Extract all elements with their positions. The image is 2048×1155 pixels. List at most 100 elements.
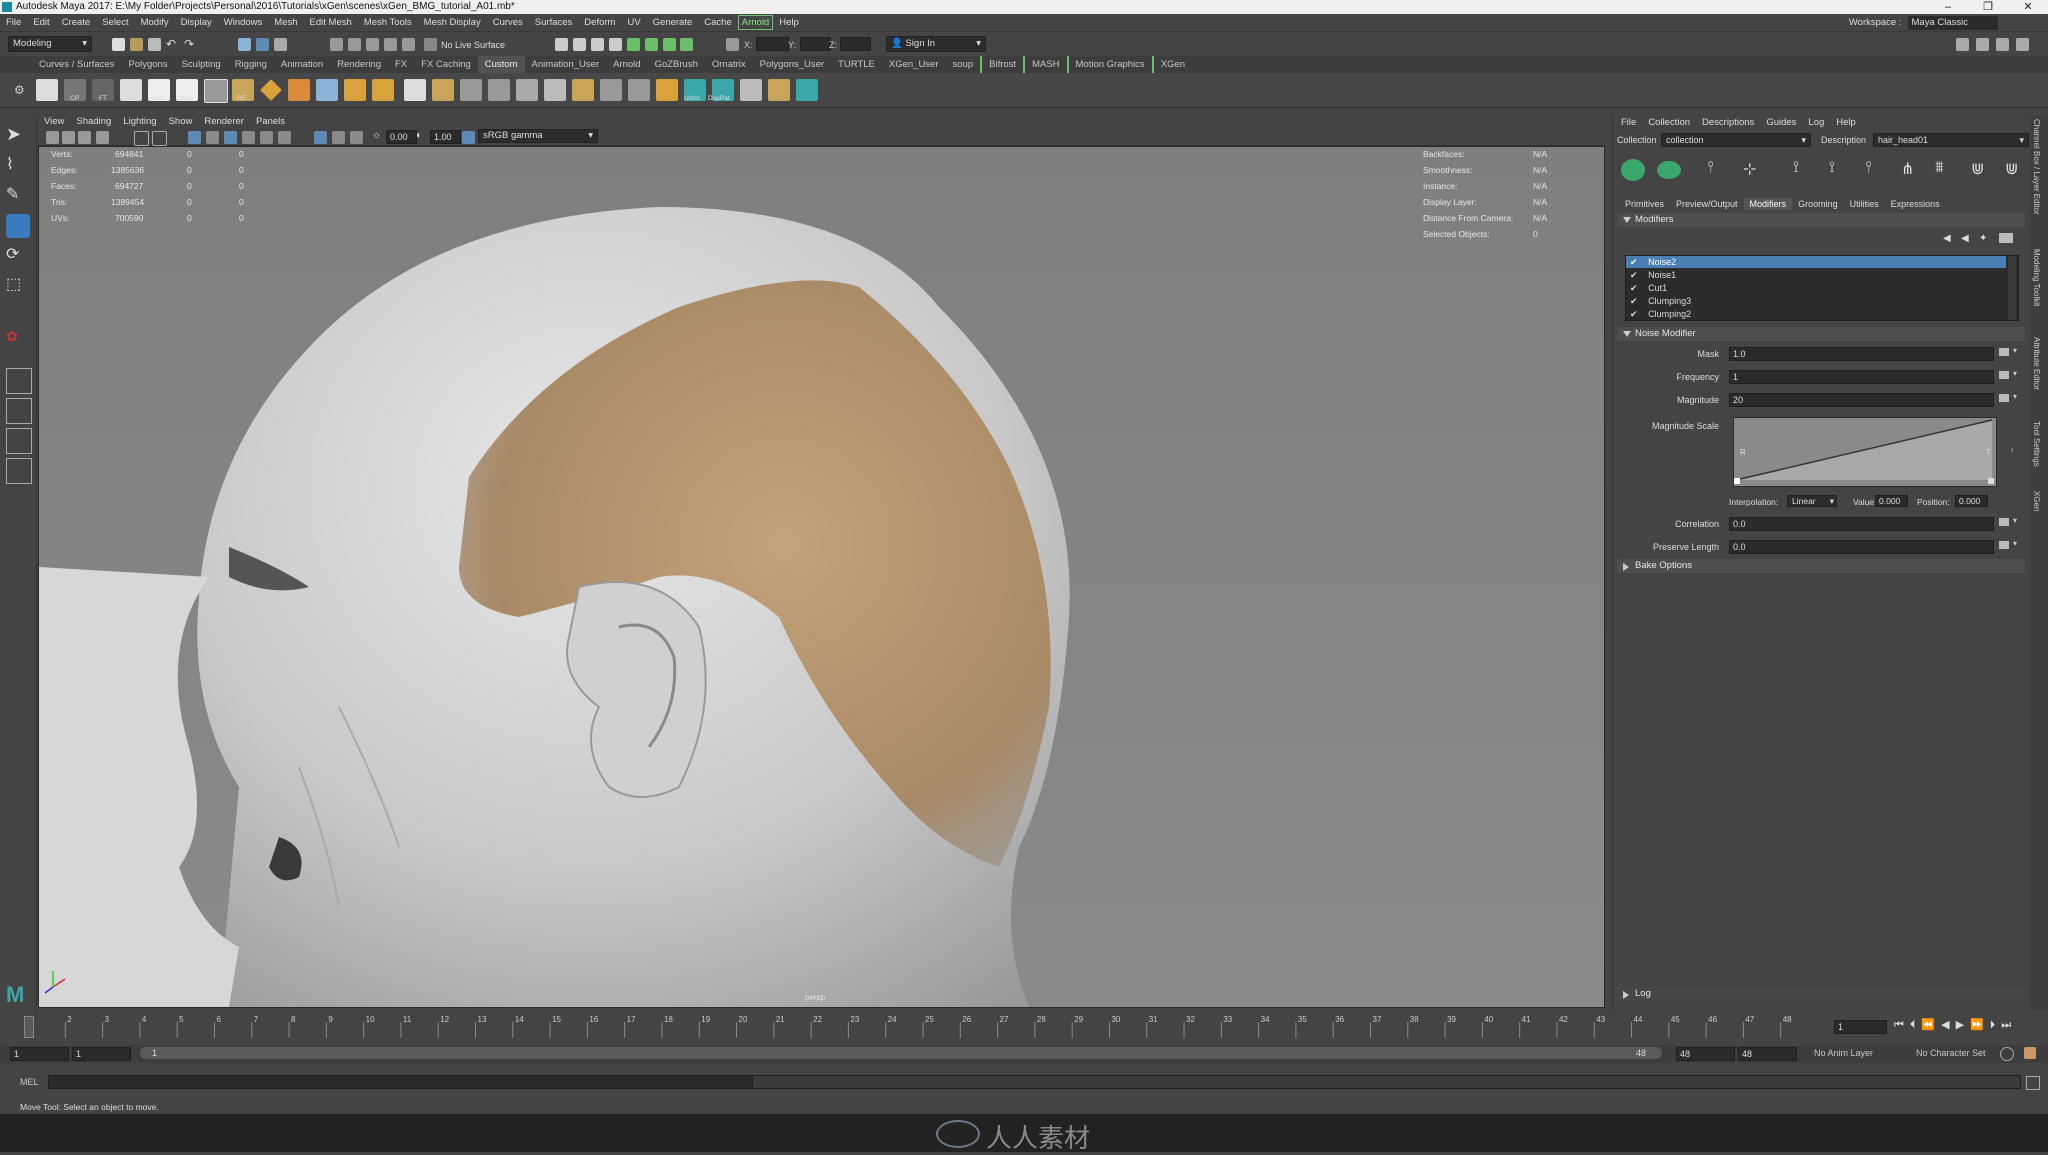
time-slider[interactable]: 1234567891011121314151617181920212223242… (0, 1014, 2048, 1042)
bookmark-icon[interactable] (78, 131, 91, 144)
z-field[interactable] (840, 37, 871, 51)
scrollbar[interactable] (2008, 256, 2016, 320)
chevron-right-icon[interactable]: › (2011, 445, 2014, 454)
menu-modify[interactable]: Modify (135, 14, 175, 31)
expression-editor-icon[interactable] (1999, 541, 2009, 549)
shelf-tab-polygons[interactable]: Polygons (122, 56, 175, 73)
relative-transform-icon[interactable] (726, 38, 739, 51)
shelf-settings-icon[interactable]: ⚙ (14, 83, 25, 97)
shelf-tab-rigging[interactable]: Rigging (228, 56, 274, 73)
rotate-tool-icon[interactable]: ⟳ (6, 244, 30, 268)
shelf-tab-bifrost[interactable]: Bifrost (980, 56, 1023, 73)
hypershade-icon[interactable] (627, 38, 640, 51)
menu-curves[interactable]: Curves (487, 14, 529, 31)
menu-help[interactable]: Help (773, 14, 805, 31)
lights-icon[interactable] (260, 131, 273, 144)
range-bar[interactable]: 1 48 (140, 1047, 1662, 1059)
modeling-toolkit-icon[interactable] (1956, 38, 1969, 51)
xray-joints-icon[interactable] (350, 131, 363, 144)
ramp-end-handle[interactable] (1988, 478, 1994, 484)
menu-create[interactable]: Create (56, 14, 97, 31)
workspace-value[interactable]: Maya Classic (1907, 16, 1998, 30)
shelf-tab-soup[interactable]: soup (946, 56, 981, 73)
four-view-layout-icon[interactable] (6, 398, 32, 424)
live-surface-icon[interactable] (424, 38, 437, 51)
render-settings-icon[interactable] (609, 38, 622, 51)
noise-modifier-section-header[interactable]: Noise Modifier (1617, 327, 2025, 341)
step-forward-frame-icon[interactable]: ⏩ (1970, 1019, 1990, 1031)
combine-icon[interactable] (572, 79, 594, 101)
menu-cache[interactable]: Cache (698, 14, 737, 31)
select-by-object-icon[interactable] (256, 38, 269, 51)
play-forwards-icon[interactable]: ▶ (1956, 1019, 1970, 1031)
side-tab-attribute-editor[interactable]: Attribute Editor (2032, 337, 2041, 390)
checkbox-icon[interactable]: ✔ (1630, 283, 1638, 293)
diamond-tool-icon[interactable] (260, 79, 282, 101)
play-backwards-icon[interactable]: ◀ (1941, 1019, 1955, 1031)
grid-icon[interactable] (460, 79, 482, 101)
viewport-menu-shading[interactable]: Shading (70, 115, 117, 129)
magnitude-scale-ramp[interactable]: R T (1733, 417, 1997, 487)
playback-end-field[interactable]: 48 (1676, 1047, 1735, 1061)
create-description-icon[interactable] (1621, 159, 1645, 181)
arnold-pause-icon[interactable] (680, 38, 693, 51)
xray-icon[interactable] (332, 131, 345, 144)
lasso-tool-icon[interactable]: ⌇ (6, 154, 30, 178)
open-scene-icon[interactable] (130, 38, 143, 51)
tab-preview-output[interactable]: Preview/Output (1670, 198, 1744, 210)
shelf-tab-rendering[interactable]: Rendering (330, 56, 388, 73)
snap-view-plane-icon[interactable] (384, 38, 397, 51)
outliner-layout-icon[interactable] (6, 458, 32, 484)
snap-curve-icon[interactable] (348, 38, 361, 51)
camera-attributes-icon[interactable] (62, 131, 75, 144)
paint-tool-icon[interactable] (344, 79, 366, 101)
shelf-tab-xgen[interactable]: XGen (1151, 56, 1192, 73)
list-item[interactable]: ✔ Cut1 (1626, 282, 2006, 294)
snap-point-icon[interactable] (366, 38, 379, 51)
chevron-down-icon[interactable]: ▾ (2013, 346, 2017, 355)
multicut-icon[interactable] (488, 79, 510, 101)
scale-tool-icon[interactable]: ⬚ (6, 274, 30, 298)
workspace-selector[interactable]: Workspace : Maya Classic (1849, 14, 1998, 31)
separate-icon[interactable] (600, 79, 622, 101)
checkbox-icon[interactable]: ✔ (1630, 257, 1638, 267)
wireframe-on-shaded-icon[interactable] (224, 131, 237, 144)
go-to-end-icon[interactable]: ⏭ (2001, 1019, 2017, 1031)
shelf-tab-fx-caching[interactable]: FX Caching (414, 56, 478, 73)
correlation-field[interactable]: 0.0 (1729, 517, 1994, 531)
chevron-down-icon[interactable]: ▾ (2013, 392, 2017, 401)
side-tab-modeling-toolkit[interactable]: Modeling Toolkit (2032, 249, 2041, 306)
tab-primitives[interactable]: Primitives (1619, 198, 1670, 210)
shelf-tab-custom[interactable]: Custom (477, 56, 525, 73)
x-field[interactable] (756, 37, 789, 51)
chevron-down-icon[interactable]: ▾ (2013, 516, 2017, 525)
viewport-menu-lighting[interactable]: Lighting (117, 115, 162, 129)
xgen-menu-help[interactable]: Help (1836, 117, 1856, 128)
animation-end-field[interactable]: 48 (1738, 1047, 1797, 1061)
shelf-tab-animation[interactable]: Animation (274, 56, 330, 73)
film-gate-icon[interactable] (152, 131, 167, 146)
pencil-icon[interactable] (404, 79, 426, 101)
snap-grid-icon[interactable] (330, 38, 343, 51)
select-camera-icon[interactable] (46, 131, 59, 144)
modifier-library-icon[interactable] (1999, 233, 2013, 243)
ramp-position-field[interactable]: 0.000 (1955, 495, 1988, 507)
menu-deform[interactable]: Deform (578, 14, 621, 31)
go-to-start-icon[interactable]: ⏮ (1894, 1019, 1910, 1031)
new-scene-icon[interactable] (112, 38, 125, 51)
move-guide-icon[interactable]: ⊹ (1743, 159, 1765, 181)
description-dropdown[interactable]: hair_head01 ▾ (1873, 133, 2029, 147)
menu-mesh-display[interactable]: Mesh Display (418, 14, 487, 31)
menu-set-dropdown[interactable]: Modeling ▾ (8, 36, 92, 52)
create-collection-icon[interactable] (1657, 161, 1681, 179)
save-scene-icon[interactable] (148, 38, 161, 51)
list-item[interactable]: ✔ Noise2 (1626, 256, 2006, 268)
expression-editor-icon[interactable] (1999, 394, 2009, 402)
expression-editor-icon[interactable] (1999, 518, 2009, 526)
shelf-tab-gozbrush[interactable]: GoZBrush (648, 56, 705, 73)
isolate-select-icon[interactable] (314, 131, 327, 144)
shelf-tab-mash[interactable]: MASH (1023, 56, 1066, 73)
shelf-tab-polygons-user[interactable]: Polygons_User (753, 56, 831, 73)
menu-generate[interactable]: Generate (647, 14, 699, 31)
guide-length-icon[interactable]: ⟟ (1793, 159, 1815, 181)
